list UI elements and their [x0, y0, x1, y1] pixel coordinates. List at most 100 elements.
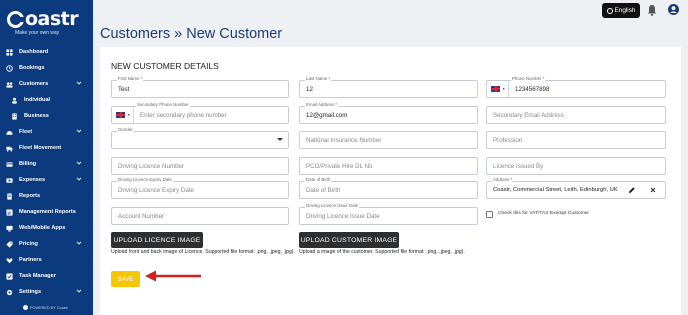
sidebar-item-label: Individual [24, 97, 51, 103]
pco-number-placeholder: PCO/Private Hire DL No [306, 163, 373, 170]
powered-by: POWERED BY Coastr [23, 305, 68, 310]
sidebar-item-billing[interactable]: Billing [0, 156, 93, 172]
brand-logo[interactable]: oastr Make your own way [7, 9, 87, 37]
bell-icon[interactable] [647, 4, 657, 16]
pricing-icon [5, 240, 13, 248]
licence-issued-by-placeholder: Licence Issued By [493, 163, 544, 170]
licence-expiry-placeholder: Driving Licence Expiry Date [118, 187, 194, 194]
chevron-down-icon [76, 241, 82, 245]
dropdown-arrow-icon [277, 138, 283, 141]
sidebar-item-dashboard[interactable]: Dashboard [0, 44, 93, 60]
clear-close-icon[interactable] [649, 186, 657, 194]
chevron-down-icon: ▼ [502, 87, 506, 91]
vat-exempt-label: Check this for VAT/TAX Exempt Customer [498, 211, 590, 216]
building-icon [10, 112, 18, 120]
phone-value: 1234567898 [515, 86, 550, 93]
sidebar-item-label: Customers [19, 81, 49, 87]
partners-icon [5, 256, 13, 264]
first-name-value: Test [118, 86, 130, 93]
uk-flag-icon [116, 112, 125, 118]
account-number-field[interactable]: Account Number [111, 207, 289, 225]
sidebar-item-label: Business [24, 113, 49, 119]
uk-flag-icon [491, 86, 500, 92]
sidebar-item-label: Management Reports [19, 209, 76, 215]
sidebar-item-web-mobile-apps[interactable]: Web/Mobile Apps [0, 220, 93, 236]
licence-issue-date-field[interactable]: Driving Licence Issue Date Driving Licen… [299, 202, 478, 225]
gear-icon [5, 288, 13, 296]
phone-label: Phone Number * [511, 75, 546, 83]
annotation-arrow [145, 270, 201, 282]
save-button[interactable]: SAVE [111, 271, 140, 287]
secondary-phone-label: Secondary Phone Number [136, 101, 190, 109]
chevron-down-icon [76, 129, 82, 133]
sidebar-item-customers[interactable]: Customers [0, 76, 93, 92]
country-code-selector[interactable]: ▼ [112, 107, 134, 123]
chevron-down-icon [76, 161, 82, 165]
edit-pencil-icon[interactable] [628, 186, 636, 194]
sidebar-item-reports[interactable]: Reports [0, 188, 93, 204]
account-number-placeholder: Account Number [118, 213, 165, 220]
first-name-label: First Name * [117, 75, 144, 83]
last-name-field[interactable]: Last Name * 12 [299, 75, 478, 98]
licence-issued-by-field[interactable]: Licence Issued By [486, 157, 666, 175]
national-insurance-field[interactable]: National Insurance Number [299, 131, 478, 149]
dob-field[interactable]: Date of Birth Date of Birth [299, 176, 478, 199]
secondary-phone-placeholder: Enter secondary phone number [140, 112, 227, 119]
sidebar-item-label: Billing [19, 161, 37, 167]
first-name-field[interactable]: First Name * Test [111, 75, 289, 98]
secondary-email-field[interactable]: Secondary Email Address [486, 106, 666, 124]
person-icon [10, 96, 18, 104]
email-value: 12@gmail.com [306, 112, 348, 119]
address-field[interactable]: Address * Coastr, Commercial Street, Lei… [486, 176, 666, 199]
user-avatar-icon[interactable] [668, 4, 679, 15]
gender-select[interactable]: Gender [111, 126, 289, 149]
vat-exempt-checkbox[interactable] [486, 211, 493, 218]
sidebar-item-expenses[interactable]: Expenses [0, 172, 93, 188]
sidebar-item-label: Web/Mobile Apps [19, 225, 66, 231]
upload-customer-image-button[interactable]: UPLOAD CUSTOMER IMAGE [299, 232, 399, 248]
sidebar-item-label: Pricing [19, 241, 38, 247]
fleet-movement-icon [5, 144, 13, 152]
email-label: Email Address * [305, 101, 338, 109]
apps-icon [5, 224, 13, 232]
sidebar-item-management-reports[interactable]: Management Reports [0, 204, 93, 220]
sidebar-item-task-manager[interactable]: Task Manager [0, 268, 93, 284]
sidebar: oastr Make your own way Dashboard Booking… [0, 0, 93, 315]
sidebar-item-label: Fleet Movement [19, 145, 62, 151]
country-code-selector[interactable]: ▼ [487, 81, 509, 97]
driving-licence-number-placeholder: Driving Licence Number [118, 163, 185, 170]
sidebar-item-settings[interactable]: Settings [0, 284, 93, 300]
profession-field[interactable]: Profession [486, 131, 666, 149]
sidebar-item-business[interactable]: Business [0, 108, 93, 124]
breadcrumb-customers[interactable]: Customers [100, 26, 170, 42]
sidebar-item-fleet-movement[interactable]: Fleet Movement [0, 140, 93, 156]
page-title: Customers » New Customer [100, 26, 282, 42]
language-button[interactable]: English [602, 3, 640, 18]
email-field[interactable]: Email Address * 12@gmail.com [299, 101, 478, 124]
sidebar-item-label: Dashboard [19, 49, 49, 55]
dashboard-icon [5, 48, 13, 56]
sidebar-item-bookings[interactable]: Bookings [0, 60, 93, 76]
last-name-label: Last Name * [305, 75, 332, 83]
sidebar-item-pricing[interactable]: Pricing [0, 236, 93, 252]
upload-licence-image-button[interactable]: UPLOAD LICENCE IMAGE [111, 232, 203, 248]
address-value: Coastr, Commercial Street, Leith, Edinbu… [493, 187, 618, 193]
profession-placeholder: Profession [493, 137, 523, 144]
licence-issue-date-placeholder: Driving Licence Issue Date [306, 213, 380, 220]
top-bar: English [93, 0, 688, 22]
chevron-down-icon [76, 289, 82, 293]
licence-expiry-field[interactable]: Driving Licence Expiry Date Driving Lice… [111, 176, 289, 199]
pco-number-field[interactable]: PCO/Private Hire DL No [299, 157, 478, 175]
language-label: English [614, 7, 636, 14]
driving-licence-number-field[interactable]: Driving Licence Number [111, 157, 289, 175]
secondary-phone-field[interactable]: Secondary Phone Number ▼ Enter secondary… [111, 101, 289, 124]
globe-icon [606, 7, 613, 14]
address-label: Address * [492, 176, 514, 184]
sidebar-item-label: Settings [19, 289, 42, 295]
sidebar-item-fleet[interactable]: Fleet [0, 124, 93, 140]
sidebar-item-partners[interactable]: Partners [0, 252, 93, 268]
sidebar-item-label: Task Manager [19, 273, 56, 279]
chevron-down-icon [76, 81, 82, 85]
sidebar-item-individual[interactable]: Individual [0, 92, 93, 108]
phone-field[interactable]: Phone Number * ▼ 1234567898 [486, 75, 666, 98]
